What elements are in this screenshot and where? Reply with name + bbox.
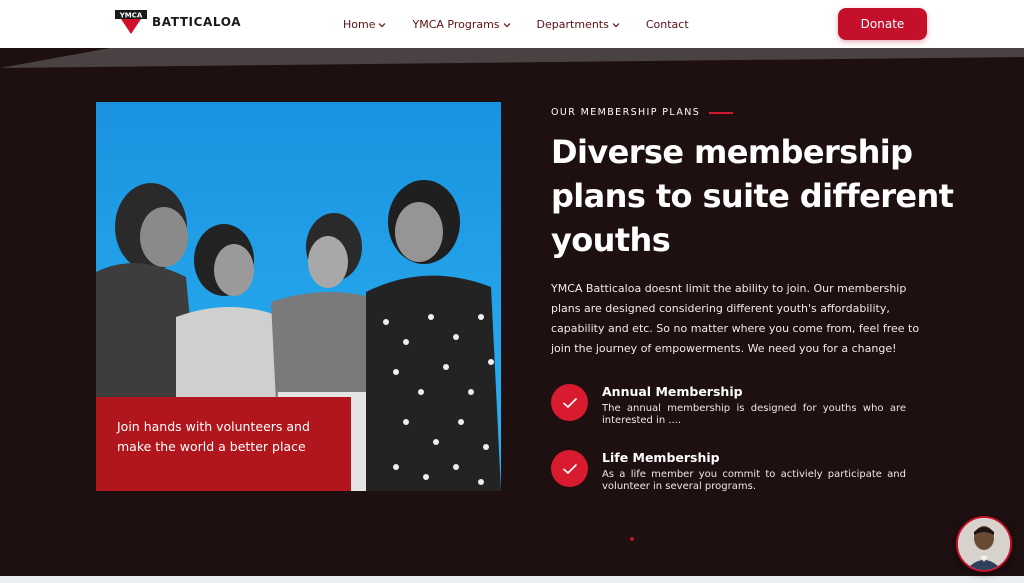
section-divider-shape bbox=[0, 48, 1024, 68]
plan-description: As a life member you commit to activiely… bbox=[602, 469, 906, 492]
nav-item-label: YMCA Programs bbox=[412, 18, 500, 31]
section-description: YMCA Batticaloa doesnt limit the ability… bbox=[551, 282, 920, 355]
section-title: Diverse membership plans to suite differ… bbox=[551, 133, 954, 259]
logo-badge-text: YMCA bbox=[119, 11, 143, 19]
section-kicker: OUR MEMBERSHIP PLANS bbox=[551, 107, 734, 118]
membership-section: Join hands with volunteers and make the … bbox=[0, 48, 1024, 583]
person-avatar-icon bbox=[958, 518, 1010, 570]
nav-item-home[interactable]: Home bbox=[343, 18, 386, 31]
chat-avatar-button[interactable] bbox=[956, 516, 1012, 572]
donate-button[interactable]: Donate bbox=[838, 8, 927, 40]
footer-strip bbox=[0, 576, 1024, 583]
nav-item-contact[interactable]: Contact bbox=[646, 18, 689, 31]
nav-item-ymca-programs[interactable]: YMCA Programs bbox=[412, 18, 510, 31]
chevron-down-icon bbox=[612, 22, 620, 27]
logo-text: BATTICALOA bbox=[152, 15, 242, 29]
main-nav: Home YMCA Programs Departments Contact bbox=[343, 18, 715, 31]
check-icon bbox=[551, 384, 588, 421]
section-kicker-label: OUR MEMBERSHIP PLANS bbox=[551, 107, 701, 118]
photo-caption: Join hands with volunteers and make the … bbox=[96, 397, 351, 491]
nav-item-label: Departments bbox=[536, 18, 609, 31]
site-header: YMCA BATTICALOA Home YMCA Programs Depar… bbox=[0, 0, 1024, 48]
nav-item-label: Home bbox=[343, 18, 376, 31]
cursor-marker bbox=[630, 537, 634, 541]
plan-description: The annual membership is designed for yo… bbox=[602, 403, 906, 426]
plan-title: Annual Membership bbox=[602, 384, 743, 399]
plan-title: Life Membership bbox=[602, 450, 720, 465]
chevron-down-icon bbox=[503, 22, 510, 27]
ymca-logo-icon: YMCA bbox=[114, 9, 148, 35]
check-icon bbox=[551, 450, 588, 487]
chevron-down-icon bbox=[379, 22, 386, 27]
nav-item-departments[interactable]: Departments bbox=[537, 18, 620, 31]
site-logo[interactable]: YMCA BATTICALOA bbox=[114, 9, 241, 35]
nav-item-label: Contact bbox=[645, 18, 689, 31]
kicker-divider bbox=[709, 111, 734, 114]
